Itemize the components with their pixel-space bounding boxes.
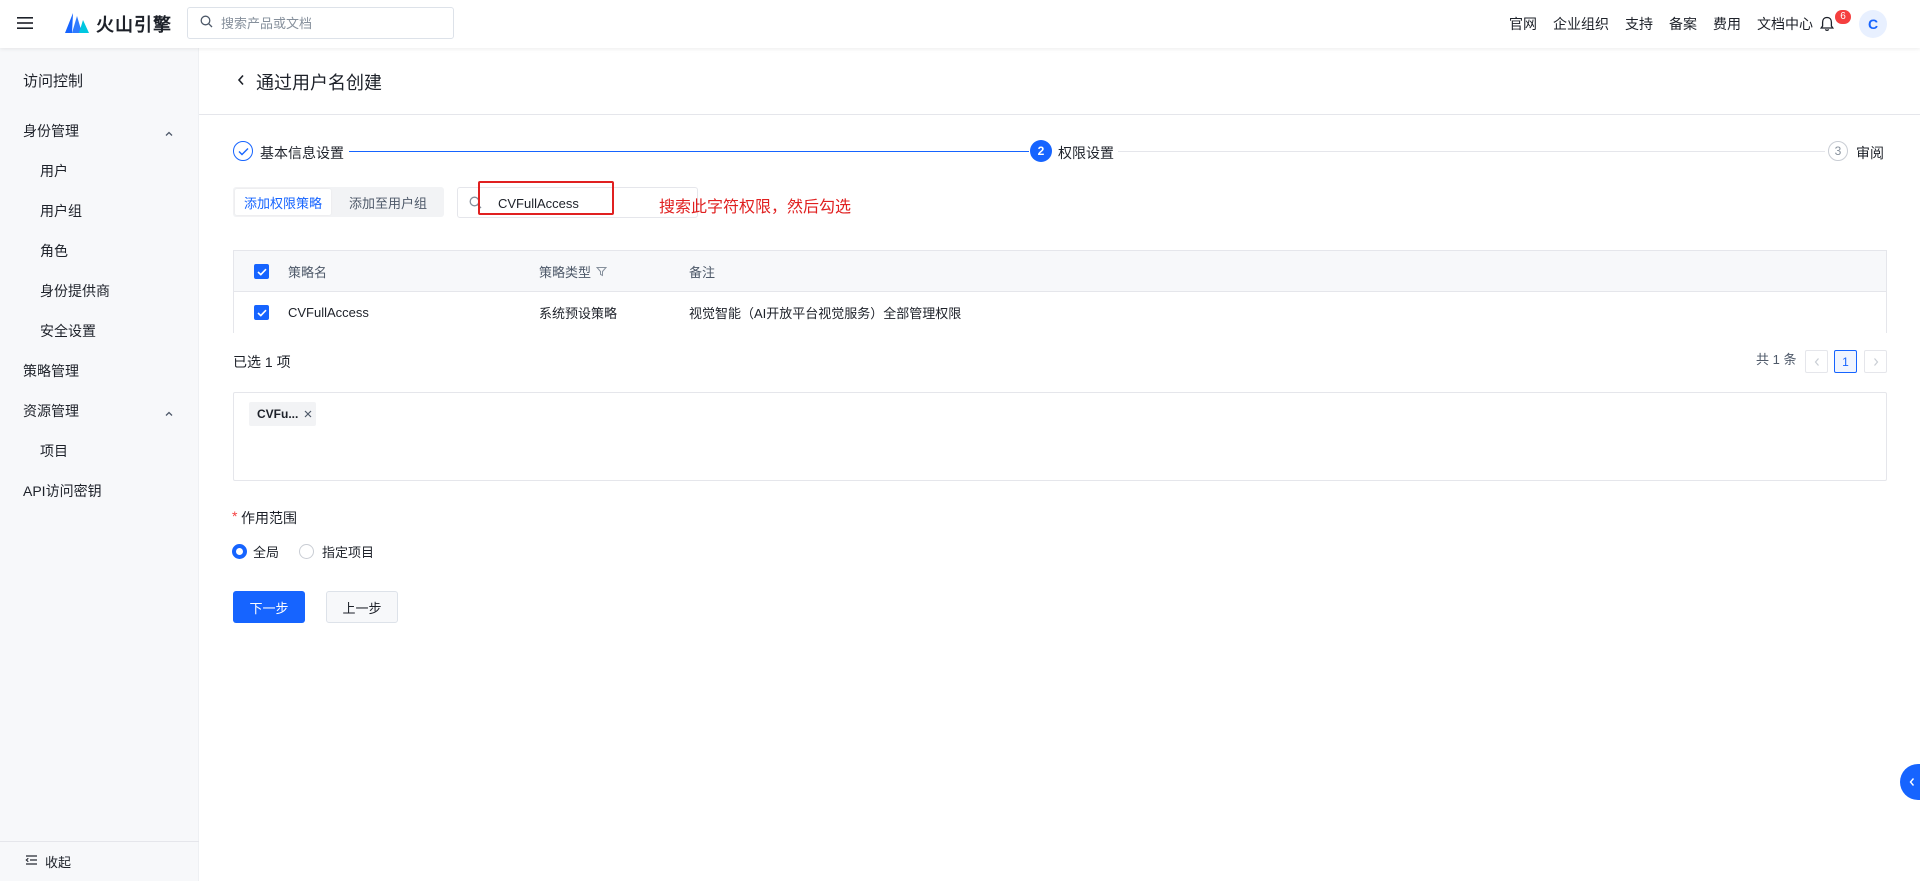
expand-panel-button[interactable] [1900,764,1920,800]
prev-button[interactable]: 上一步 [326,591,398,623]
sidebar-divider [0,841,199,842]
collapse-icon [25,854,38,869]
sidebar: 访问控制 身份管理 用户 用户组 角色 身份提供商 安全设置 策略管理 资源管理… [0,48,199,881]
top-bar: 火山引擎 官网 企业组织 支持 备案 费用 文档中心 6 C [0,0,1920,48]
tab-add-to-group[interactable]: 添加至用户组 [334,189,442,215]
search-icon [200,15,213,31]
top-nav: 官网 企业组织 支持 备案 费用 文档中心 [1509,0,1813,48]
page-title: 通过用户名创建 [256,73,382,93]
collapse-label: 收起 [45,855,72,870]
step-2-label: 权限设置 [1058,145,1114,161]
step-2-number: 2 [1030,140,1052,162]
step-3-number: 3 [1828,141,1848,161]
logo-text: 火山引擎 [96,15,172,35]
policy-search-input[interactable] [496,193,686,213]
column-header-type-label: 策略类型 [539,265,592,280]
menu-icon[interactable] [16,14,34,32]
scope-radio-global[interactable] [232,544,247,559]
annotation-text: 搜索此字符权限，然后勾选 [659,199,852,216]
scope-option-project-label[interactable]: 指定项目 [322,542,374,561]
sidebar-item-api-keys[interactable]: API访问密钥 [23,481,102,501]
policy-name: CVFullAccess [288,305,369,320]
select-all-checkbox[interactable] [254,264,269,279]
global-search-input[interactable] [219,14,439,32]
pagination-prev-button[interactable] [1805,350,1828,373]
selected-policy-tag: CVFu... [249,402,316,426]
notification-badge: 6 [1835,10,1851,24]
pagination-next-button[interactable] [1864,350,1887,373]
tab-add-policy[interactable]: 添加权限策略 [235,189,331,215]
chevron-up-icon[interactable] [164,126,174,136]
step-1-check-icon [233,141,253,161]
next-button[interactable]: 下一步 [233,591,305,623]
chevron-left-icon [1908,777,1916,787]
sidebar-item-users[interactable]: 用户 [40,161,68,181]
sidebar-item-identity-providers[interactable]: 身份提供商 [40,281,110,301]
step-connector-1 [349,151,1029,152]
step-3-label: 审阅 [1856,145,1884,161]
scope-label: 作用范围 [241,510,297,526]
filter-icon[interactable] [596,266,608,277]
nav-docs[interactable]: 文档中心 [1757,14,1813,34]
global-search[interactable] [187,7,454,39]
table-header: 策略名 策略类型 备注 [234,251,1886,292]
policy-source-tabs: 添加权限策略 添加至用户组 [233,187,444,217]
column-header-note: 备注 [689,265,716,280]
policy-note: 视觉智能（AI开放平台视觉服务）全部管理权限 [689,306,962,321]
nav-support[interactable]: 支持 [1625,14,1653,34]
table-row[interactable]: CVFullAccess 系统预设策略 视觉智能（AI开放平台视觉服务）全部管理… [234,292,1886,333]
sidebar-item-projects[interactable]: 项目 [40,441,68,461]
pagination-page-current[interactable]: 1 [1834,350,1857,373]
scope-option-global-label[interactable]: 全局 [253,542,279,561]
close-icon[interactable] [304,410,312,418]
column-header-name: 策略名 [288,265,328,280]
selected-policy-tag-label: CVFu... [257,407,299,421]
logo[interactable]: 火山引擎 [64,12,172,36]
sidebar-item-security[interactable]: 安全设置 [40,321,96,341]
sidebar-item-user-groups[interactable]: 用户组 [40,201,82,221]
back-icon[interactable] [235,72,247,88]
nav-billing[interactable]: 费用 [1713,14,1741,34]
search-icon [469,196,482,212]
required-mark: * [232,508,238,524]
row-checkbox[interactable] [254,305,269,320]
sidebar-item-roles[interactable]: 角色 [40,241,68,261]
sidebar-item-identity[interactable]: 身份管理 [23,121,79,141]
chevron-up-icon[interactable] [164,406,174,416]
policy-table: 策略名 策略类型 备注 CVFullAccess 系统预设策略 视觉智能（AI开… [233,250,1887,333]
chevron-right-icon [1873,357,1878,366]
scope-radio-project[interactable] [299,544,314,559]
nav-official-site[interactable]: 官网 [1509,14,1537,34]
pagination-total: 共 1 条 [1756,352,1797,367]
title-divider [199,114,1920,115]
logo-icon [64,12,90,37]
bell-icon[interactable] [1819,16,1835,32]
sidebar-title: 访问控制 [23,73,84,90]
collapse-sidebar-button[interactable]: 收起 [25,852,71,871]
step-1-label: 基本信息设置 [260,145,344,161]
sidebar-item-policies[interactable]: 策略管理 [23,361,79,381]
selection-summary: 已选 1 项 [233,354,291,370]
nav-organization[interactable]: 企业组织 [1553,14,1609,34]
chevron-left-icon [1814,357,1819,366]
step-connector-2 [1118,151,1825,152]
column-header-type: 策略类型 [539,251,608,292]
avatar[interactable]: C [1859,10,1887,38]
nav-filing[interactable]: 备案 [1669,14,1697,34]
sidebar-item-resources[interactable]: 资源管理 [23,401,79,421]
policy-type: 系统预设策略 [539,306,618,321]
selected-policies-box [233,392,1887,481]
